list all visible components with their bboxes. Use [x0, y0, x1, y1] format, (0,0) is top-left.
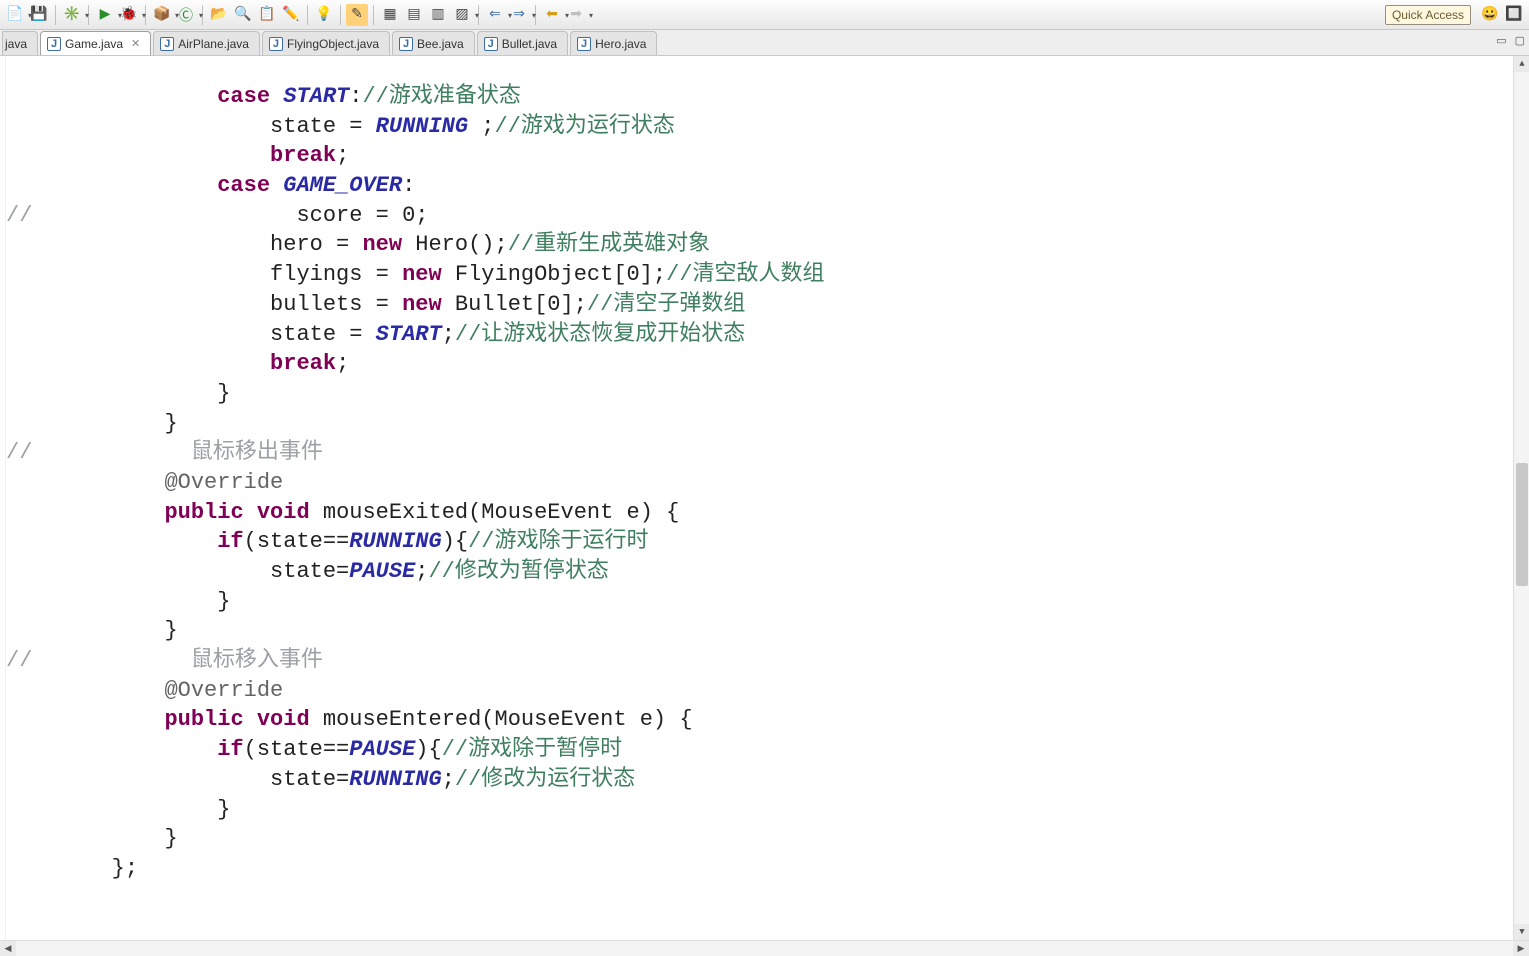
- gutter-comment-marker: //: [6, 440, 32, 465]
- code-line[interactable]: }: [6, 824, 1513, 854]
- wand-button[interactable]: ✏️: [280, 4, 302, 26]
- tab-label: Bee.java: [417, 37, 464, 51]
- tab-flyingobject-java[interactable]: J FlyingObject.java: [262, 31, 390, 55]
- tab-airplane-java[interactable]: J AirPlane.java: [153, 31, 260, 55]
- code-line[interactable]: break;: [6, 141, 1513, 171]
- nav-next-button[interactable]: ⇒: [508, 4, 530, 26]
- toggle-mark-button[interactable]: ✎: [346, 4, 368, 26]
- task-button[interactable]: 📋: [256, 4, 278, 26]
- debug-button[interactable]: 🐞: [118, 4, 140, 26]
- separator: [373, 5, 374, 25]
- java-file-icon: J: [577, 37, 591, 51]
- code-line[interactable]: public void mouseExited(MouseEvent e) {: [6, 498, 1513, 528]
- java-file-icon: J: [484, 37, 498, 51]
- code-line[interactable]: break;: [6, 349, 1513, 379]
- new-button[interactable]: 📄: [4, 4, 26, 26]
- back-button[interactable]: ⬅: [541, 4, 563, 26]
- tab-hero-java[interactable]: J Hero.java: [570, 31, 657, 55]
- tab-label: java: [5, 37, 27, 51]
- code-line[interactable]: @Override: [6, 676, 1513, 706]
- separator: [340, 5, 341, 25]
- new-package-button[interactable]: 📦: [151, 4, 173, 26]
- code-line[interactable]: // 鼠标移出事件: [6, 438, 1513, 468]
- java-file-icon: J: [160, 37, 174, 51]
- code-line[interactable]: @Override: [6, 468, 1513, 498]
- java-file-icon: J: [47, 37, 61, 51]
- code-line[interactable]: bullets = new Bullet[0];//清空子弹数组: [6, 290, 1513, 320]
- code-editor[interactable]: case START://游戏准备状态 state = RUNNING ;//游…: [0, 56, 1529, 940]
- layout-btn-3[interactable]: ▥: [427, 4, 449, 26]
- code-line[interactable]: }: [6, 379, 1513, 409]
- code-line[interactable]: public void mouseEntered(MouseEvent e) {: [6, 705, 1513, 735]
- tab-label: FlyingObject.java: [287, 37, 379, 51]
- separator: [307, 5, 308, 25]
- vertical-scrollbar[interactable]: ▲ ▼: [1513, 56, 1529, 940]
- scroll-right-button[interactable]: ▶: [1513, 941, 1529, 956]
- code-line[interactable]: case GAME_OVER:: [6, 171, 1513, 201]
- code-line[interactable]: state = START;//让游戏状态恢复成开始状态: [6, 320, 1513, 350]
- layout-btn-1[interactable]: ▦: [379, 4, 401, 26]
- tab-game-java[interactable]: J Game.java ✕: [40, 31, 151, 55]
- maximize-view-button[interactable]: ▢: [1515, 34, 1525, 48]
- main-toolbar: 📄 💾 ✳️ ▶ 🐞 📦 Ⓒ 📂 🔍 📋 ✏️ 💡 ✎ ▦ ▤ ▥ ▨ ⇐ ⇒ …: [0, 0, 1529, 30]
- new-wizard-button[interactable]: ✳️: [61, 4, 83, 26]
- java-file-icon: J: [399, 37, 413, 51]
- tab-partial-left[interactable]: java: [2, 31, 38, 55]
- tab-label: Game.java: [65, 37, 123, 51]
- code-line[interactable]: if(state==PAUSE){//游戏除于暂停时: [6, 735, 1513, 765]
- perspective-open-button[interactable]: 🔲: [1503, 4, 1525, 26]
- scroll-left-button[interactable]: ◀: [0, 941, 16, 956]
- tab-bee-java[interactable]: J Bee.java: [392, 31, 475, 55]
- quick-access-field[interactable]: Quick Access: [1385, 5, 1471, 25]
- tab-label: AirPlane.java: [178, 37, 249, 51]
- layout-btn-2[interactable]: ▤: [403, 4, 425, 26]
- annotation-button[interactable]: 💡: [313, 4, 335, 26]
- tab-controls: ▭ ▢: [1496, 34, 1525, 48]
- separator: [55, 5, 56, 25]
- java-file-icon: J: [269, 37, 283, 51]
- code-line[interactable]: state=RUNNING;//修改为运行状态: [6, 765, 1513, 795]
- code-line[interactable]: }: [6, 409, 1513, 439]
- code-line[interactable]: }: [6, 616, 1513, 646]
- tab-label: Hero.java: [595, 37, 646, 51]
- code-line[interactable]: hero = new Hero();//重新生成英雄对象: [6, 230, 1513, 260]
- open-type-button[interactable]: 📂: [208, 4, 230, 26]
- code-line[interactable]: state = RUNNING ;//游戏为运行状态: [6, 112, 1513, 142]
- search-button[interactable]: 🔍: [232, 4, 254, 26]
- horizontal-scrollbar[interactable]: ◀ ▶: [0, 940, 1529, 956]
- code-line[interactable]: }: [6, 587, 1513, 617]
- scroll-up-button[interactable]: ▲: [1514, 56, 1529, 72]
- perspective-java-button[interactable]: 😀: [1479, 4, 1501, 26]
- code-line[interactable]: state=PAUSE;//修改为暂停状态: [6, 557, 1513, 587]
- minimize-view-button[interactable]: ▭: [1496, 34, 1506, 48]
- code-line[interactable]: };: [6, 854, 1513, 884]
- tab-label: Bullet.java: [502, 37, 557, 51]
- new-class-button[interactable]: Ⓒ: [175, 4, 197, 26]
- forward-button[interactable]: ➡: [565, 4, 587, 26]
- code-line[interactable]: }: [6, 795, 1513, 825]
- tab-bullet-java[interactable]: J Bullet.java: [477, 31, 568, 55]
- nav-prev-button[interactable]: ⇐: [484, 4, 506, 26]
- layout-btn-4[interactable]: ▨: [451, 4, 473, 26]
- code-line[interactable]: case START://游戏准备状态: [6, 82, 1513, 112]
- code-line[interactable]: flyings = new FlyingObject[0];//清空敌人数组: [6, 260, 1513, 290]
- code-area[interactable]: case START://游戏准备状态 state = RUNNING ;//游…: [6, 78, 1513, 918]
- gutter-comment-marker: //: [6, 648, 32, 673]
- tab-close-button[interactable]: ✕: [131, 37, 140, 50]
- code-line[interactable]: // 鼠标移入事件: [6, 646, 1513, 676]
- save-button[interactable]: 💾: [28, 4, 50, 26]
- run-button[interactable]: ▶: [94, 4, 116, 26]
- editor-tab-bar: java J Game.java ✕ J AirPlane.java J FlyingObj…: [0, 30, 1529, 56]
- scroll-thumb[interactable]: [1516, 463, 1528, 587]
- scroll-down-button[interactable]: ▼: [1514, 924, 1529, 940]
- code-line[interactable]: if(state==RUNNING){//游戏除于运行时: [6, 527, 1513, 557]
- gutter-comment-marker: //: [6, 203, 32, 228]
- code-line[interactable]: // score = 0;: [6, 201, 1513, 231]
